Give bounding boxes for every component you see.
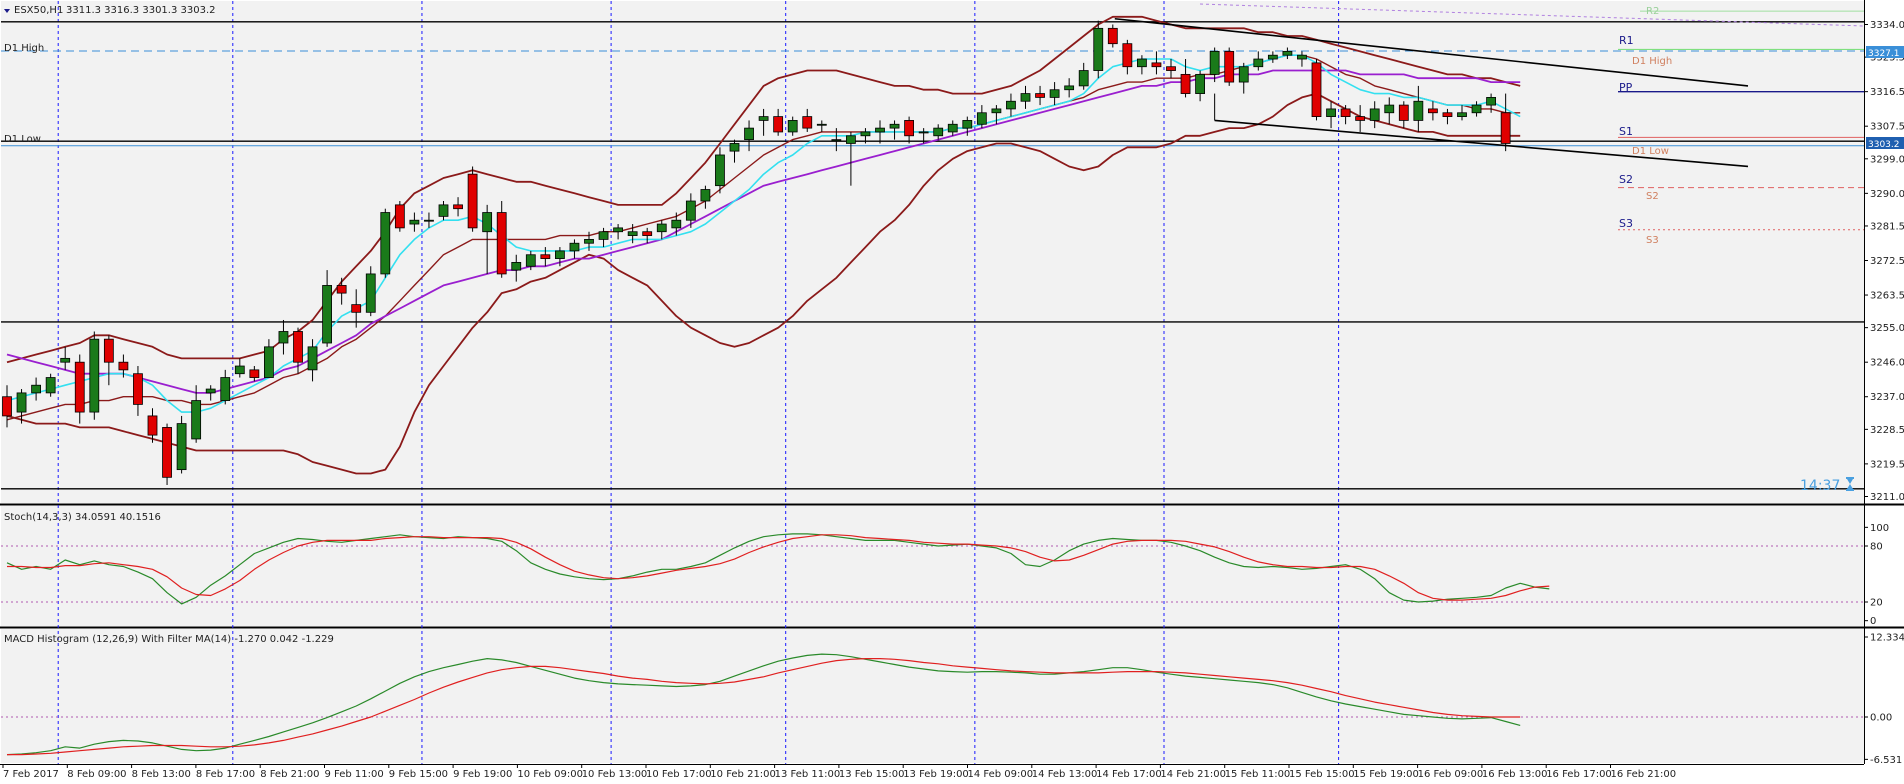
- time-tick-label: 10 Feb 21:00: [710, 769, 776, 780]
- price-tick-label: 3263.5: [1870, 291, 1904, 302]
- time-tick-label: 15 Feb 11:00: [1225, 769, 1291, 780]
- candle: [176, 415, 187, 474]
- s3-label: S3: [1619, 217, 1633, 230]
- d1-low-label: D1 Low: [4, 134, 41, 145]
- stoch-title: Stoch(14,3,3) 34.0591 40.1516: [4, 512, 161, 523]
- d1-high-side-label: D1 High: [1632, 56, 1672, 67]
- time-tick-label: 13 Feb 15:00: [839, 769, 905, 780]
- time-tick-label: 10 Feb 13:00: [582, 769, 648, 780]
- candle: [1311, 59, 1322, 121]
- stoch-tick-label: 0: [1870, 616, 1876, 627]
- price-tick-label: 3219.5: [1870, 459, 1904, 470]
- macd-tick-label: -6.531: [1870, 755, 1902, 766]
- macd-panel: [1, 629, 1864, 763]
- d1-high-price-tag-text: 3327.1: [1868, 49, 1900, 59]
- macd-tick-label: 12.334: [1870, 633, 1904, 644]
- trading-chart[interactable]: 3334.03325.53316.53307.53299.03290.03281…: [0, 0, 1904, 784]
- time-tick-label: 16 Feb 13:00: [1482, 769, 1548, 780]
- candle: [89, 331, 100, 420]
- price-tick-label: 3255.0: [1870, 323, 1904, 334]
- time-tick-label: 8 Feb 09:00: [67, 769, 126, 780]
- time-tick-label: 16 Feb 09:00: [1418, 769, 1484, 780]
- r2-label: R2: [1646, 6, 1659, 17]
- macd-tick-label: 0.00: [1870, 713, 1892, 724]
- bar-timer: 14:37: [1800, 478, 1840, 494]
- chart-window[interactable]: 3334.0 3325.5 3316.5 3307.5 3299.0 3290.0 3281…: [0, 0, 1904, 784]
- price-tick-label: 3299.0: [1870, 154, 1904, 165]
- s1-label: S1: [1619, 125, 1633, 138]
- time-tick-label: 7 Feb 2017: [3, 769, 59, 780]
- candle: [496, 201, 507, 278]
- candle: [394, 201, 405, 232]
- time-tick-label: 8 Feb 17:00: [196, 769, 255, 780]
- current-price-tag-text: 3303.2: [1868, 140, 1900, 150]
- candle: [1093, 20, 1104, 79]
- candle: [1224, 47, 1235, 86]
- d1-high-label: D1 High: [4, 43, 44, 54]
- time-tick-label: 16 Feb 21:00: [1611, 769, 1677, 780]
- price-tick-label: 3246.0: [1870, 358, 1904, 369]
- time-tick-label: 10 Feb 09:00: [517, 769, 583, 780]
- price-tick-label: 3281.5: [1870, 221, 1904, 232]
- time-tick-label: 9 Feb 11:00: [325, 769, 384, 780]
- candle: [1107, 24, 1118, 48]
- time-tick-label: 9 Feb 19:00: [453, 769, 512, 780]
- time-tick-label: 8 Feb 21:00: [260, 769, 319, 780]
- candle: [162, 423, 172, 485]
- time-tick-label: 8 Feb 13:00: [132, 769, 191, 780]
- macd-title: MACD Histogram (12,26,9) With Filter MA(…: [4, 634, 334, 645]
- time-tick-label: 10 Feb 17:00: [646, 769, 712, 780]
- stoch-tick-label: 20: [1870, 598, 1883, 609]
- symbol-title: ESX50,H1: [14, 5, 63, 16]
- time-tick-label: 14 Feb 13:00: [1032, 769, 1098, 780]
- time-tick-label: 15 Feb 19:00: [1353, 769, 1419, 780]
- candle: [380, 208, 391, 278]
- price-tick-label: 3228.5: [1870, 425, 1904, 436]
- price-tick-label: 3334.0: [1870, 20, 1904, 31]
- stoch-tick-label: 80: [1870, 542, 1883, 553]
- s2-side-label: S2: [1646, 191, 1659, 202]
- price-tick-label: 3211.0: [1870, 492, 1904, 503]
- d1-low-side-label: D1 Low: [1632, 146, 1669, 157]
- time-tick-label: 14 Feb 17:00: [1096, 769, 1162, 780]
- stoch-tick-label: 100: [1870, 523, 1889, 534]
- main-panel: [1, 1, 1864, 503]
- stoch-panel: [1, 506, 1864, 626]
- r1-label: R1: [1619, 34, 1634, 47]
- price-tick-label: 3316.5: [1870, 87, 1904, 98]
- time-tick-label: 14 Feb 09:00: [968, 769, 1034, 780]
- pp-label: PP: [1619, 81, 1633, 94]
- candle: [45, 373, 56, 397]
- time-tick-label: 13 Feb 11:00: [775, 769, 841, 780]
- s2-label: S2: [1619, 173, 1633, 186]
- s3-side-label: S3: [1646, 235, 1659, 246]
- time-tick-label: 16 Feb 17:00: [1546, 769, 1612, 780]
- price-tick-label: 3290.0: [1870, 189, 1904, 200]
- candle: [365, 266, 376, 317]
- time-tick-label: 15 Feb 15:00: [1289, 769, 1355, 780]
- ohlc-values: 3311.3 3316.3 3301.3 3303.2: [66, 5, 216, 16]
- time-tick-label: 9 Feb 15:00: [389, 769, 448, 780]
- candle: [467, 166, 478, 232]
- price-tick-label: 3237.0: [1870, 392, 1904, 403]
- price-tick-label: 3272.5: [1870, 256, 1904, 267]
- price-tick-label: 3307.5: [1870, 122, 1904, 133]
- time-tick-label: 14 Feb 21:00: [1160, 769, 1226, 780]
- time-tick-label: 13 Feb 19:00: [903, 769, 969, 780]
